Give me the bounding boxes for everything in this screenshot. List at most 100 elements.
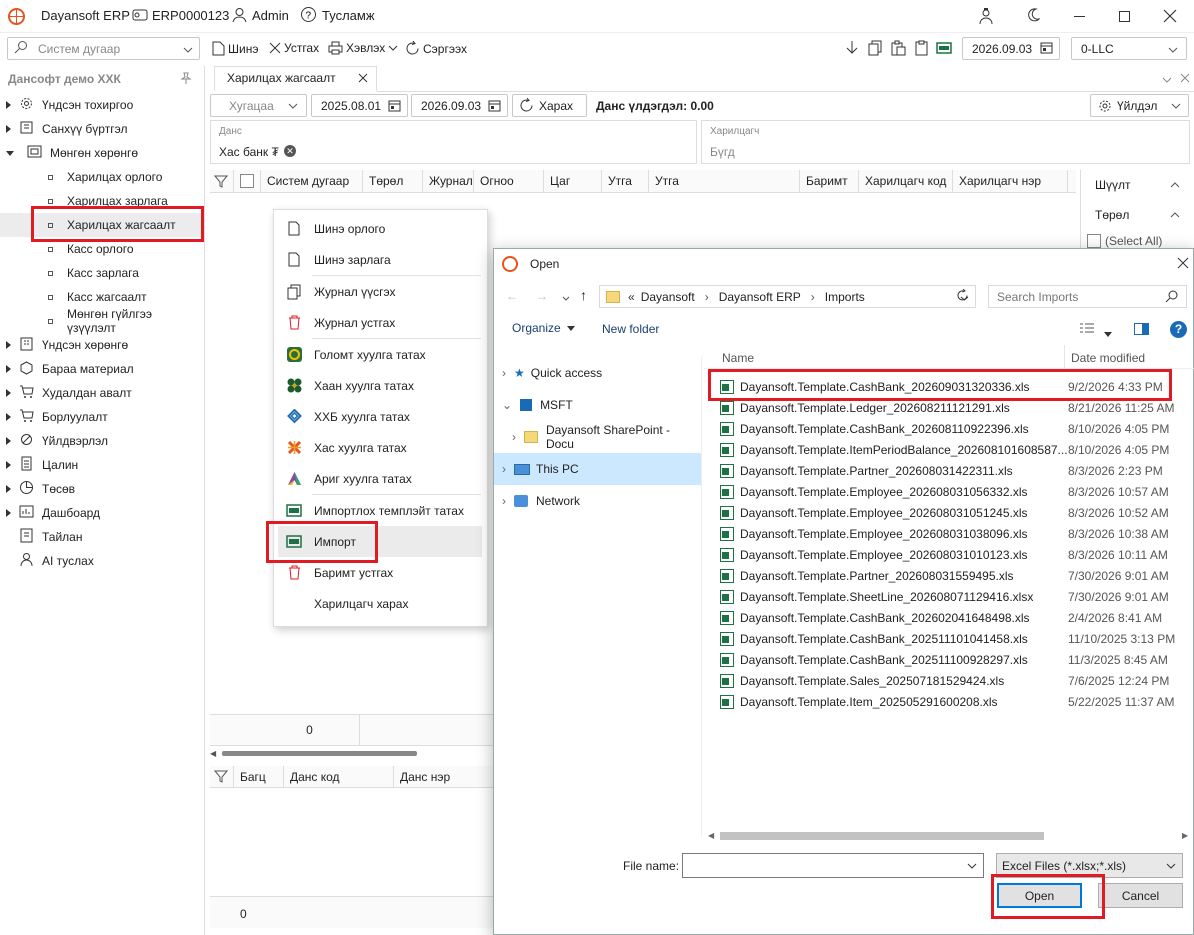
- col-header[interactable]: Багц: [234, 765, 284, 788]
- col-header[interactable]: Журнал: [423, 170, 474, 192]
- col-header[interactable]: Данс нэр: [394, 766, 493, 788]
- menu-item-arig[interactable]: Ариг хуулга татах: [274, 463, 487, 494]
- company-code[interactable]: ERP0000123: [152, 8, 229, 23]
- tab-bank-list[interactable]: Харилцах жагсаалт: [214, 65, 377, 92]
- sidebar-item-reports[interactable]: Тайлан: [0, 525, 204, 549]
- filter-panel-header[interactable]: Шүүлт: [1081, 170, 1194, 200]
- file-row[interactable]: Dayansoft.Template.Employee_202608031010…: [704, 544, 1184, 565]
- col-header[interactable]: Данс код: [284, 765, 394, 788]
- date-picker[interactable]: 2026.09.03: [962, 37, 1060, 60]
- download-icon[interactable]: [845, 40, 859, 59]
- file-row[interactable]: Dayansoft.Template.Item_202505291600208.…: [704, 691, 1184, 712]
- breadcrumb-item[interactable]: Dayansoft ERP: [719, 290, 801, 304]
- sidebar-item-budget[interactable]: Төсөв: [0, 477, 204, 501]
- sidebar-item-inventory[interactable]: Бараа материал: [0, 357, 204, 381]
- sidebar-item-sales[interactable]: Борлуулалт: [0, 405, 204, 429]
- nav-msft[interactable]: ⌄ MSFT: [494, 389, 701, 421]
- cancel-button[interactable]: Cancel: [1098, 883, 1183, 908]
- file-row[interactable]: Dayansoft.Template.ItemPeriodBalance_202…: [704, 439, 1184, 460]
- close-button[interactable]: [1163, 9, 1177, 26]
- file-row[interactable]: Dayansoft.Template.SheetLine_20260807112…: [704, 586, 1184, 607]
- col-header[interactable]: Систем дугаар: [261, 170, 363, 192]
- help-icon[interactable]: ?: [1170, 321, 1187, 338]
- view-options-icon[interactable]: [1079, 322, 1095, 337]
- search-box[interactable]: Search Imports: [988, 285, 1187, 308]
- col-header[interactable]: Төрөл: [363, 170, 423, 192]
- nav-quick-access[interactable]: › ★ Quick access: [494, 357, 701, 389]
- menu-item-tdb[interactable]: ХХБ хуулга татах: [274, 401, 487, 432]
- sidebar-item-cash[interactable]: Мөнгөн хөрөнгө: [0, 141, 204, 165]
- new-folder-button[interactable]: New folder: [602, 322, 659, 336]
- menu-item-golomt[interactable]: Голомт хуулга татах: [274, 339, 487, 370]
- nav-sharepoint[interactable]: › Dayansoft SharePoint - Docu: [494, 421, 701, 453]
- partner-field[interactable]: Харилцагч Бүгд: [701, 120, 1190, 164]
- sidebar-subitem-cash-expense[interactable]: Касс зарлага: [0, 261, 204, 285]
- refresh-button[interactable]: Сэргээх: [405, 41, 467, 56]
- up-icon[interactable]: ↑: [580, 287, 587, 303]
- search-input[interactable]: Search Imports: [997, 290, 1165, 304]
- organize-button[interactable]: Organize: [512, 321, 575, 335]
- col-header[interactable]: Харилцагч нэр: [953, 170, 1068, 192]
- sidebar-item-payroll[interactable]: Цалин: [0, 453, 204, 477]
- menu-item-khan[interactable]: Хаан хуулга татах: [274, 370, 487, 401]
- pin-icon[interactable]: [180, 72, 192, 87]
- sidebar-item-ai[interactable]: AI туслах: [0, 549, 204, 573]
- sidebar-subitem-cash-list[interactable]: Касс жагсаалт: [0, 285, 204, 309]
- filter-icon[interactable]: [210, 765, 234, 788]
- col-header[interactable]: Огноо: [474, 170, 544, 192]
- file-row[interactable]: Dayansoft.Template.Employee_202608031038…: [704, 523, 1184, 544]
- date-from-picker[interactable]: 2025.08.01: [311, 94, 408, 117]
- date-to-picker[interactable]: 2026.09.03: [411, 94, 508, 117]
- company-select[interactable]: 0-LLC: [1071, 37, 1187, 60]
- col-date[interactable]: Date modified: [1071, 351, 1145, 365]
- delete-button[interactable]: Устгах: [269, 41, 319, 55]
- chevron-down-icon[interactable]: [562, 290, 570, 304]
- help-link[interactable]: Тусламж: [322, 8, 375, 23]
- sidebar-item-purchase[interactable]: Худалдан авалт: [0, 381, 204, 405]
- sidebar-subitem-bank-income[interactable]: Харилцах орлого: [0, 165, 204, 189]
- refresh-icon[interactable]: [956, 288, 969, 305]
- user-name[interactable]: Admin: [252, 8, 289, 23]
- nav-this-pc[interactable]: › This PC: [494, 453, 701, 485]
- sidebar-item-settings[interactable]: Үндсэн тохиргоо: [0, 93, 204, 117]
- menu-item-view-partner[interactable]: Харилцагч харах: [274, 588, 487, 619]
- address-bar[interactable]: « Dayansoft › Dayansoft ERP › Imports: [599, 285, 976, 308]
- view-button[interactable]: Харах: [512, 94, 587, 117]
- menu-item-new-income[interactable]: Шинэ орлого: [274, 213, 487, 244]
- chevron-down-icon[interactable]: [1104, 326, 1112, 340]
- sidebar-item-fixed-assets[interactable]: Үндсэн хөрөнгө: [0, 333, 204, 357]
- menu-item-xac[interactable]: Хас хуулга татах: [274, 432, 487, 463]
- menu-item-create-journal[interactable]: Журнал үүсгэх: [274, 276, 487, 307]
- system-number-search[interactable]: Систем дугаар: [7, 37, 200, 60]
- clear-icon[interactable]: ✕: [284, 145, 296, 157]
- horizontal-scrollbar[interactable]: ◀: [210, 749, 493, 758]
- new-button[interactable]: Шинэ: [212, 41, 258, 56]
- chevron-down-icon[interactable]: [1162, 72, 1172, 86]
- col-name[interactable]: Name: [722, 351, 754, 365]
- sidebar-item-dashboard[interactable]: Дашбоард: [0, 501, 204, 525]
- close-icon[interactable]: [358, 73, 368, 83]
- select-all-checkbox[interactable]: [234, 170, 261, 192]
- print-button[interactable]: Хэвлэх: [328, 41, 398, 55]
- sidebar-item-production[interactable]: Үйлдвэрлэл: [0, 429, 204, 453]
- maximize-button[interactable]: [1119, 11, 1130, 22]
- file-row[interactable]: Dayansoft.Template.CashBank_202511101041…: [704, 628, 1184, 649]
- filter-type-header[interactable]: Төрөл: [1081, 200, 1194, 230]
- sidebar-subitem-cashflow[interactable]: Мөнгөн гүйлгээ үзүүлэлт: [0, 307, 204, 335]
- period-select[interactable]: Хугацаа: [210, 94, 307, 117]
- close-icon[interactable]: [1177, 257, 1189, 272]
- file-row[interactable]: Dayansoft.Template.Partner_2026080314223…: [704, 460, 1184, 481]
- file-row[interactable]: Dayansoft.Template.Partner_2026080315594…: [704, 565, 1184, 586]
- copy-icon[interactable]: [868, 40, 883, 59]
- breadcrumb-item[interactable]: Dayansoft: [641, 290, 695, 304]
- file-row[interactable]: Dayansoft.Template.Sales_202507181529424…: [704, 670, 1184, 691]
- menu-item-delete-journal[interactable]: Журнал устгах: [274, 307, 487, 338]
- account-field[interactable]: Данс Хас банк ₮ ✕: [210, 120, 697, 164]
- forward-icon[interactable]: →: [536, 289, 548, 303]
- col-header[interactable]: Баримт: [800, 170, 859, 192]
- file-row[interactable]: Dayansoft.Template.Employee_202608031056…: [704, 481, 1184, 502]
- sidebar-item-accounting[interactable]: Санхүү бүртгэл: [0, 117, 204, 141]
- excel-export-icon[interactable]: [936, 40, 952, 59]
- col-header[interactable]: Утга: [649, 170, 800, 192]
- actions-button[interactable]: Үйлдэл: [1090, 94, 1189, 117]
